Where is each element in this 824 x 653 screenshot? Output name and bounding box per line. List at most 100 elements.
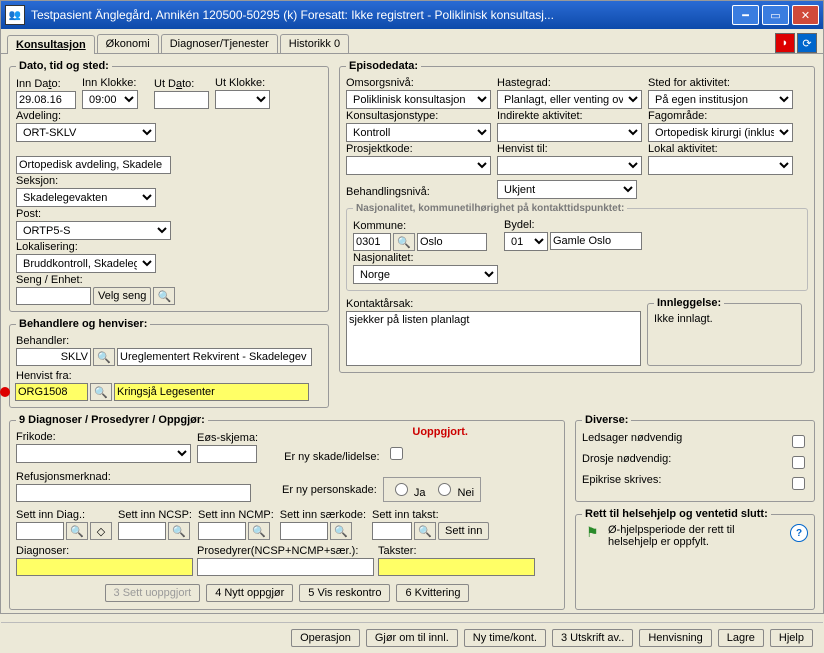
content-area: Dato, tid og sted: Inn Dato: Inn Klokke:… <box>1 54 823 622</box>
lokalisering-label: Lokalisering: <box>16 241 156 253</box>
ncsp-search-icon[interactable]: 🔍 <box>168 522 190 540</box>
takst-input[interactable] <box>372 522 412 540</box>
vis-reskontro-button[interactable]: 5 Vis reskontro <box>299 584 390 602</box>
ut-klokke-select[interactable] <box>215 90 270 109</box>
kvittering-button[interactable]: 6 Kvittering <box>396 584 469 602</box>
help-icon[interactable]: ? <box>790 524 808 542</box>
operasjon-button[interactable]: Operasjon <box>291 629 360 647</box>
takster-box[interactable] <box>378 558 535 576</box>
kommune-code-input[interactable] <box>353 233 391 251</box>
ny-time-button[interactable]: Ny time/kont. <box>464 629 546 647</box>
dato-legend: Dato, tid og sted: <box>16 60 112 72</box>
close-button[interactable]: ✕ <box>792 5 819 25</box>
gjor-om-button[interactable]: Gjør om til innl. <box>366 629 458 647</box>
lokal-aktivitet-select[interactable] <box>648 156 793 175</box>
behandlere-fieldset: Behandlere og henviser: Behandler: 🔍 Hen… <box>9 318 329 408</box>
behandlere-legend: Behandlere og henviser: <box>16 318 150 330</box>
ja-radio[interactable] <box>395 483 408 496</box>
hastegrad-label: Hastegrad: <box>497 77 642 89</box>
minimize-button[interactable]: ━ <box>732 5 759 25</box>
avdeling-select[interactable]: ORT-SKLV <box>16 123 156 142</box>
tab-okonomi[interactable]: Økonomi <box>97 34 159 53</box>
ja-radio-label[interactable]: Ja <box>390 480 426 499</box>
ledsager-label: Ledsager nødvendig <box>582 432 682 451</box>
prosjektkode-select[interactable] <box>346 156 491 175</box>
diag-clear-icon[interactable]: ◇ <box>90 522 112 540</box>
prosedyrer-box-label: Prosedyrer(NCSP+NCMP+sær.): <box>197 545 372 557</box>
nei-radio[interactable] <box>438 483 451 496</box>
inn-dato-input[interactable] <box>16 91 76 109</box>
drosje-label: Drosje nødvendig: <box>582 453 671 472</box>
behandler-label: Behandler: <box>16 335 322 347</box>
hastegrad-select[interactable]: Planlagt, eller venting ove <box>497 90 642 109</box>
henvist-input[interactable] <box>15 383 88 401</box>
hjelp-button[interactable]: Hjelp <box>770 629 813 647</box>
utskrift-button[interactable]: 3 Utskrift av.. <box>552 629 633 647</box>
ncsp-input[interactable] <box>118 522 166 540</box>
saer-input[interactable] <box>280 522 328 540</box>
velg-seng-button[interactable]: Velg seng <box>93 287 151 305</box>
sett-diag-label: Sett inn Diag.: <box>16 509 112 521</box>
frikode-label: Frikode: <box>16 431 191 443</box>
kommune-search-icon[interactable]: 🔍 <box>393 233 415 251</box>
ledsager-checkbox[interactable] <box>792 435 805 448</box>
ut-dato-input[interactable] <box>154 91 209 109</box>
maximize-button[interactable]: ▭ <box>762 5 789 25</box>
flag-icon: ⚑ <box>586 524 604 542</box>
ncmp-search-icon[interactable]: 🔍 <box>248 522 270 540</box>
prosedyrer-box[interactable] <box>197 558 374 576</box>
bydel-select[interactable]: 01 <box>504 232 548 251</box>
diag-code-input[interactable] <box>16 522 64 540</box>
nei-radio-label[interactable]: Nei <box>433 480 474 499</box>
takst-search-icon[interactable]: 🔍 <box>414 522 436 540</box>
inn-klokke-select[interactable]: 09:00 <box>82 90 138 109</box>
sted-select[interactable]: På egen institusjon <box>648 90 793 109</box>
bydel-name <box>550 232 642 250</box>
episodedata-fieldset: Episodedata: Omsorgsnivå:Poliklinisk kon… <box>339 60 815 373</box>
lagre-button[interactable]: Lagre <box>718 629 764 647</box>
epikrise-checkbox[interactable] <box>792 477 805 490</box>
konstype-select[interactable]: Kontroll <box>346 123 491 142</box>
refresh-icon[interactable]: ⟳ <box>797 33 817 53</box>
window-title: Testpasient Änglegård, Annikén 120500-50… <box>31 8 732 22</box>
seksjon-select[interactable]: Skadelegevakten <box>16 188 156 207</box>
tab-diagnoser[interactable]: Diagnoser/Tjenester <box>161 34 278 53</box>
tab-historikk[interactable]: Historikk 0 <box>280 34 349 53</box>
frikode-select[interactable] <box>16 444 191 463</box>
post-select[interactable]: ORTP5-S <box>16 221 171 240</box>
fagomrade-select[interactable]: Ortopedisk kirurgi (inklusi <box>648 123 793 142</box>
behandler-input[interactable] <box>16 348 91 366</box>
rett-legend: Rett til helsehjelp og ventetid slutt: <box>582 508 771 520</box>
sett-inn-button[interactable]: Sett inn <box>438 522 489 540</box>
nasjonalitet-select[interactable]: Norge <box>353 265 498 284</box>
behandler-readonly <box>117 348 312 366</box>
kontaktarsak-textarea[interactable]: sjekker på listen planlagt <box>346 311 641 366</box>
lokalisering-select[interactable]: Bruddkontroll, Skadelege <box>16 254 156 273</box>
alert-icon[interactable]: ◗ <box>775 33 795 53</box>
rett-fieldset: Rett til helsehjelp og ventetid slutt: ⚑… <box>575 508 815 610</box>
indirekte-select[interactable] <box>497 123 642 142</box>
ncmp-input[interactable] <box>198 522 246 540</box>
saer-search-icon[interactable]: 🔍 <box>330 522 352 540</box>
drosje-checkbox[interactable] <box>792 456 805 469</box>
diverse-legend: Diverse: <box>582 414 631 426</box>
indirekte-label: Indirekte aktivitet: <box>497 110 642 122</box>
diagnoser-box[interactable] <box>16 558 193 576</box>
seng-search-icon[interactable]: 🔍 <box>153 287 175 305</box>
epikrise-label: Epikrise skrives: <box>582 474 661 493</box>
omsorgsniva-select[interactable]: Poliklinisk konsultasjon <box>346 90 491 109</box>
refusjon-input <box>16 484 251 502</box>
tab-konsultasjon[interactable]: Konsultasjon <box>7 35 95 54</box>
henvisning-button[interactable]: Henvisning <box>639 629 711 647</box>
eos-label: Eøs-skjema: <box>197 432 258 444</box>
behandler-search-icon[interactable]: 🔍 <box>93 348 115 366</box>
skade-checkbox[interactable] <box>390 447 403 460</box>
henvist-til-select[interactable] <box>497 156 642 175</box>
diag-search-icon[interactable]: 🔍 <box>66 522 88 540</box>
nasjonalitet-header: Nasjonalitet, kommunetilhørighet på kont… <box>353 203 627 214</box>
bottom-button-bar: Operasjon Gjør om til innl. Ny time/kont… <box>1 622 823 653</box>
henvist-search-icon[interactable]: 🔍 <box>90 383 112 401</box>
behandlingsniva-select[interactable]: Ukjent <box>497 180 637 199</box>
nytt-oppgjor-button[interactable]: 4 Nytt oppgjør <box>206 584 293 602</box>
takster-box-label: Takster: <box>378 545 533 557</box>
